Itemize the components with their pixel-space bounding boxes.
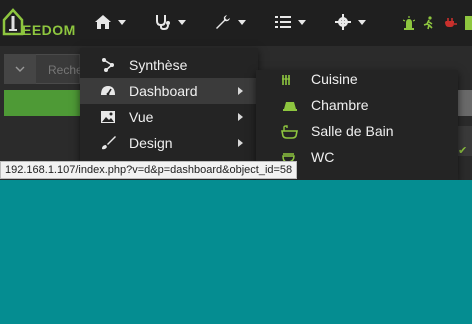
nav-tools-menu[interactable] — [214, 12, 246, 32]
dashboard-icon — [101, 86, 115, 96]
sitemap-icon — [102, 58, 114, 72]
check-icon: ✔ — [458, 145, 468, 157]
status-square-icon[interactable] — [465, 16, 472, 30]
submenu-item-label: Salle de Bain — [311, 123, 394, 139]
submenu-item-salle-de-bain[interactable]: Salle de Bain — [256, 119, 458, 145]
logo-text: EEDOM — [22, 22, 76, 38]
submenu-item-label: Chambre — [311, 97, 369, 113]
submenu-item-label: WC — [311, 149, 335, 165]
gear-icon — [335, 14, 351, 30]
chevron-right-icon — [238, 139, 243, 147]
nav-tasks-menu[interactable] — [274, 12, 306, 32]
bed-icon — [283, 102, 297, 111]
nav-home-menu[interactable] — [94, 12, 126, 32]
chevron-down-icon — [15, 66, 25, 72]
chevron-down-icon — [298, 19, 306, 25]
search-placeholder: Reche — [48, 63, 83, 77]
menu-item-label: Design — [129, 135, 173, 151]
status-icons — [403, 16, 472, 30]
image-icon — [101, 111, 115, 123]
submenu-item-chambre[interactable]: Chambre — [256, 93, 458, 119]
chevron-right-icon — [238, 87, 243, 95]
nav-health-menu[interactable] — [154, 12, 186, 32]
tasks-icon — [275, 16, 291, 28]
logo-house-icon — [2, 8, 24, 36]
object-header-bar — [4, 90, 80, 116]
browser-status-url: 192.168.1.107/index.php?v=d&p=dashboard&… — [0, 161, 298, 179]
menu-item-label: Dashboard — [129, 83, 198, 99]
top-navbar: EEDOM — [0, 0, 472, 46]
home-icon — [95, 15, 111, 29]
plug-icon[interactable] — [443, 16, 457, 30]
search-dropdown-button[interactable] — [4, 54, 36, 84]
chevron-down-icon — [118, 19, 126, 25]
alarm-light-icon[interactable] — [403, 16, 415, 30]
submenu-item-label: Cuisine — [311, 71, 358, 87]
menu-item-label: Synthèse — [129, 57, 188, 73]
chevron-down-icon — [238, 19, 246, 25]
chevron-right-icon — [238, 113, 243, 121]
nav-settings-menu[interactable] — [334, 12, 366, 32]
submenu-item-cuisine[interactable]: Cuisine — [256, 70, 458, 93]
menu-item-dashboard[interactable]: Dashboard — [80, 78, 258, 104]
stethoscope-icon — [156, 15, 170, 30]
running-person-icon[interactable] — [423, 16, 435, 30]
menu-item-design[interactable]: Design — [80, 130, 258, 156]
menu-item-vue[interactable]: Vue — [80, 104, 258, 130]
menu-item-synthese[interactable]: Synthèse — [80, 52, 258, 78]
kitchen-icon — [282, 75, 290, 85]
menu-item-label: Vue — [129, 109, 154, 125]
chevron-down-icon — [358, 19, 366, 25]
paintbrush-icon — [102, 136, 116, 150]
wrench-icon — [216, 15, 230, 29]
jeedom-app: EEDOM Reche ✔ Synthèse Dashboard Vue Des… — [0, 0, 472, 180]
widget-header — [458, 90, 472, 116]
chevron-down-icon — [178, 19, 186, 25]
bathtub-icon — [281, 125, 298, 139]
jeedom-logo[interactable]: EEDOM — [2, 4, 76, 38]
